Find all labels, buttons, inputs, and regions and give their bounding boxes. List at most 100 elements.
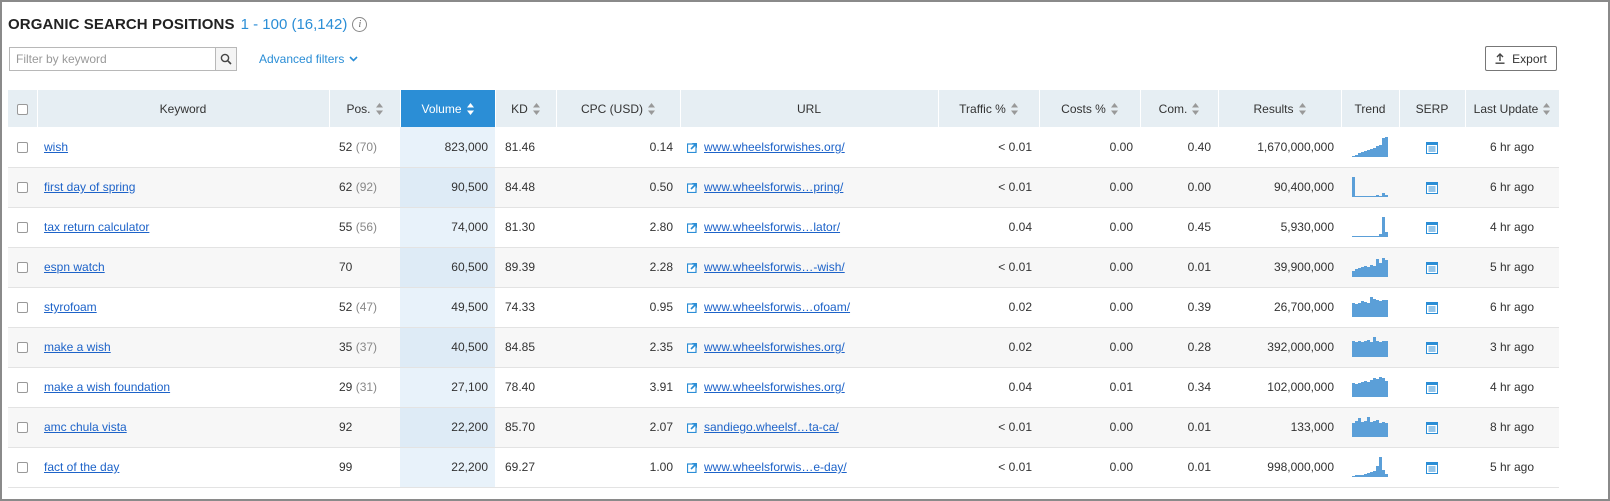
volume-value: 823,000 [444, 139, 488, 154]
col-pos[interactable]: Pos. [329, 90, 401, 127]
url-cell: www.wheelsforwishes.org/ [680, 327, 938, 368]
keyword-link[interactable]: styrofoam [44, 300, 97, 314]
row-checkbox[interactable] [17, 182, 28, 194]
keyword-link[interactable]: tax return calculator [44, 220, 149, 234]
kd-value: 85.70 [505, 420, 536, 434]
col-cpc[interactable]: CPC (USD) [556, 90, 681, 127]
col-serp-label: SERP [1415, 101, 1449, 116]
traffic-value: < 0.01 [998, 180, 1032, 194]
filter-keyword-input[interactable] [9, 47, 215, 71]
results-cell: 102,000,000 [1218, 367, 1341, 408]
keyword-link[interactable]: first day of spring [44, 180, 135, 194]
external-link-icon[interactable] [687, 142, 698, 154]
url-link[interactable]: www.wheelsforwishes.org/ [704, 340, 845, 354]
row-checkbox[interactable] [17, 462, 28, 474]
row-select-cell [8, 367, 37, 408]
result-range: 1 - 100 (16,142) [240, 15, 348, 33]
url-link[interactable]: www.wheelsforwis…-wish/ [704, 260, 845, 274]
serp-icon[interactable] [1426, 381, 1438, 394]
keyword-link[interactable]: wish [44, 140, 68, 154]
keyword-link[interactable]: amc chula vista [44, 420, 127, 434]
keyword-link[interactable]: espn watch [44, 260, 105, 274]
results-value: 90,400,000 [1273, 180, 1334, 194]
external-link-icon[interactable] [687, 422, 698, 434]
url-link[interactable]: www.wheelsforwishes.org/ [704, 380, 845, 394]
traffic-value: < 0.01 [998, 420, 1032, 434]
serp-cell [1399, 287, 1465, 328]
export-button[interactable]: Export [1485, 46, 1557, 71]
advanced-filters-toggle[interactable]: Advanced filters [259, 52, 358, 66]
results-cell: 5,930,000 [1218, 207, 1341, 248]
col-volume[interactable]: Volume [400, 90, 496, 127]
volume-value: 40,500 [451, 340, 488, 354]
cpc-value: 2.28 [649, 260, 673, 274]
trend-sparkline [1352, 337, 1388, 357]
url-link[interactable]: www.wheelsforwishes.org/ [704, 140, 845, 154]
url-link[interactable]: www.wheelsforwis…ofoam/ [704, 300, 850, 314]
row-checkbox[interactable] [17, 142, 28, 154]
last-update-value: 6 hr ago [1489, 180, 1535, 194]
external-link-icon[interactable] [687, 382, 698, 394]
col-keyword[interactable]: Keyword [37, 90, 330, 127]
col-kd[interactable]: KD [495, 90, 557, 127]
serp-icon[interactable] [1426, 181, 1438, 194]
col-com[interactable]: Com. [1140, 90, 1219, 127]
keyword-cell: fact of the day [37, 447, 329, 488]
cpc-cell: 0.95 [556, 287, 680, 328]
com-value: 0.01 [1187, 460, 1211, 474]
external-link-icon[interactable] [687, 462, 698, 474]
col-costs[interactable]: Costs % [1039, 90, 1141, 127]
trend-cell [1341, 167, 1399, 208]
url-link[interactable]: sandiego.wheelsf…ta-ca/ [704, 420, 839, 434]
kd-cell: 84.48 [495, 167, 556, 208]
results-value: 102,000,000 [1267, 380, 1334, 394]
row-checkbox[interactable] [17, 422, 28, 434]
external-link-icon[interactable] [687, 342, 698, 354]
keyword-link[interactable]: fact of the day [44, 460, 119, 474]
trend-bar [1385, 341, 1388, 357]
col-results[interactable]: Results [1218, 90, 1342, 127]
col-traffic[interactable]: Traffic % [938, 90, 1040, 127]
com-value: 0.40 [1187, 139, 1211, 154]
url-link[interactable]: www.wheelsforwis…lator/ [704, 220, 840, 234]
cpc-value: 2.80 [649, 220, 673, 234]
external-link-icon[interactable] [687, 262, 698, 274]
url-cell: www.wheelsforwishes.org/ [680, 127, 938, 168]
costs-value: 0.00 [1109, 460, 1133, 474]
row-checkbox[interactable] [17, 342, 28, 354]
row-checkbox[interactable] [17, 302, 28, 314]
serp-icon[interactable] [1426, 461, 1438, 474]
serp-cell [1399, 247, 1465, 288]
info-icon[interactable]: i [352, 16, 368, 32]
costs-cell: 0.00 [1039, 327, 1140, 368]
prev-pos-value: (37) [355, 340, 378, 354]
serp-icon[interactable] [1426, 141, 1438, 154]
results-value: 26,700,000 [1273, 300, 1334, 314]
cpc-value: 0.14 [649, 139, 673, 154]
results-cell: 39,900,000 [1218, 247, 1341, 288]
external-link-icon[interactable] [687, 182, 698, 194]
serp-icon[interactable] [1426, 221, 1438, 234]
row-checkbox[interactable] [17, 222, 28, 234]
serp-icon[interactable] [1426, 261, 1438, 274]
serp-icon[interactable] [1426, 421, 1438, 434]
url-link[interactable]: www.wheelsforwis…pring/ [704, 180, 843, 194]
serp-icon[interactable] [1426, 341, 1438, 354]
keyword-link[interactable]: make a wish foundation [44, 380, 170, 394]
traffic-cell: < 0.01 [938, 447, 1039, 488]
sort-icon [375, 103, 383, 116]
url-link[interactable]: www.wheelsforwis…e-day/ [704, 460, 847, 474]
row-checkbox[interactable] [17, 262, 28, 274]
serp-icon[interactable] [1426, 301, 1438, 314]
search-button[interactable] [215, 47, 237, 71]
col-last-update[interactable]: Last Update [1465, 90, 1560, 127]
cpc-value: 2.35 [649, 340, 673, 354]
costs-cell: 0.00 [1039, 447, 1140, 488]
keyword-link[interactable]: make a wish [44, 340, 111, 354]
costs-cell: 0.00 [1039, 167, 1140, 208]
external-link-icon[interactable] [687, 302, 698, 314]
external-link-icon[interactable] [687, 222, 698, 234]
col-cpc-label: CPC (USD) [581, 101, 643, 116]
select-all-checkbox[interactable] [16, 103, 28, 115]
row-checkbox[interactable] [17, 382, 28, 394]
